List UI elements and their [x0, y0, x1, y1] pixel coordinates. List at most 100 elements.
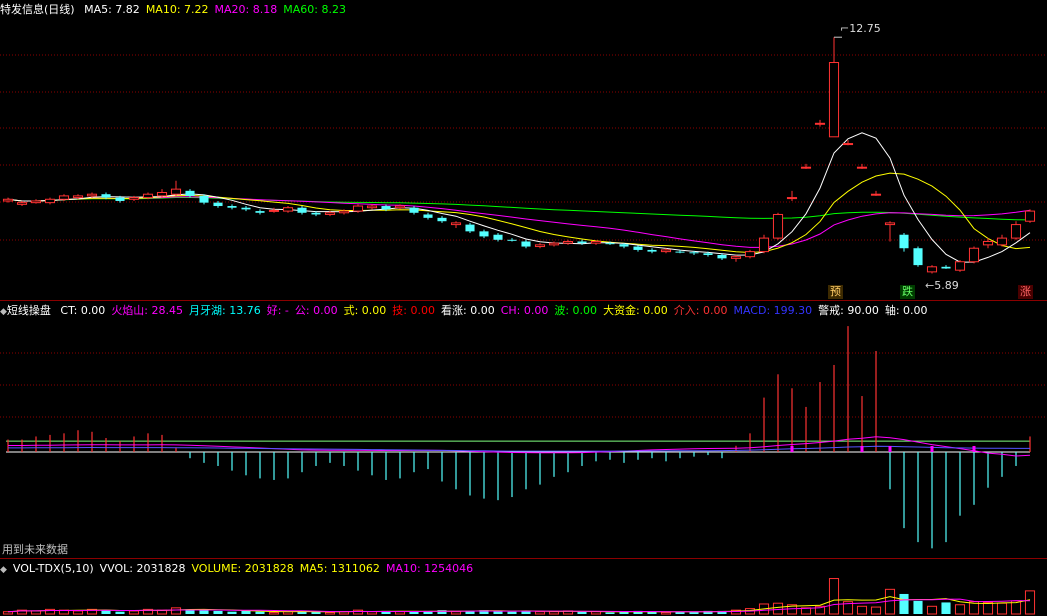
indicator-legend-item: 好: -: [266, 304, 289, 317]
indicator-legend-item: 警戒: 90.00: [818, 304, 879, 317]
candle-body: [437, 217, 447, 222]
candle-body: [941, 266, 951, 269]
volume-bar: [352, 609, 364, 615]
volume-bar: [828, 578, 840, 615]
candle-body: [842, 143, 854, 146]
volume-bar: [660, 611, 672, 615]
volume-bar: [605, 612, 615, 614]
candlestick: [562, 239, 574, 245]
candle-body: [772, 213, 784, 239]
candlestick: [647, 248, 657, 254]
candlestick: [534, 243, 546, 249]
candle-body: [241, 207, 251, 210]
volume-bar: [982, 601, 994, 615]
volume-bar: [926, 605, 938, 615]
candle-body: [324, 212, 336, 215]
candle-body: [16, 202, 28, 205]
volume-bar: [170, 607, 182, 615]
volume-legend-item: VVOL: 2031828: [99, 562, 186, 575]
volume-bar: [534, 611, 546, 615]
candle-body: [227, 206, 237, 208]
candle-body: [297, 207, 307, 213]
collapse-triangle-icon[interactable]: ◆: [0, 307, 7, 317]
volume-bar: [255, 611, 265, 614]
volume-bar: [241, 610, 251, 614]
volume-bar: [772, 602, 784, 615]
volume-header: ◆ VOL-TDX(5,10) VVOL: 2031828 VOLUME: 20318…: [0, 562, 473, 577]
candle-body: [213, 202, 223, 207]
signal-badge-yu[interactable]: 预: [828, 285, 843, 299]
candle-body: [255, 211, 265, 213]
stock-name: 特发信息(日线): [0, 3, 75, 16]
volume-bar: [577, 611, 587, 614]
candlestick: [185, 189, 195, 198]
volume-bar: [507, 611, 517, 614]
candle-body: [675, 251, 685, 253]
oscillator-chart[interactable]: [0, 301, 1047, 559]
volume-bar: [996, 602, 1008, 615]
ma-legend-item: MA5: 7.82: [84, 3, 140, 16]
indicator-title: 短线操盘: [6, 304, 51, 317]
candlestick: [156, 189, 168, 198]
candlestick: [241, 206, 251, 212]
volume-bar: [2, 611, 14, 615]
candlestick: [913, 246, 923, 267]
candlestick: [44, 197, 56, 205]
indicator-panel[interactable]: ◆短线操盘 CT: 0.00 火焰山: 28.45 月牙湖: 13.76 好: - 公:…: [0, 301, 1047, 559]
candle-body: [366, 205, 378, 209]
candle-body: [689, 252, 699, 254]
candlestick: [941, 265, 951, 269]
signal-badge-zhang[interactable]: 涨: [1018, 285, 1033, 299]
candlestick: [2, 197, 14, 203]
collapse-triangle-icon[interactable]: ◆: [0, 565, 7, 575]
indicator-legend-item: 火焰山: 28.45: [111, 304, 184, 317]
signal-marker: [888, 445, 892, 452]
ma-legend-item: MA10: 7.22: [145, 3, 209, 16]
ma10-line: [7, 172, 1031, 254]
indicator-header: ◆短线操盘 CT: 0.00 火焰山: 28.45 月牙湖: 13.76 好: - 公:…: [0, 304, 928, 319]
candle-body: [409, 207, 419, 213]
volume-bar: [324, 611, 336, 615]
candle-body: [899, 234, 909, 249]
signal-badge-die[interactable]: 跌: [900, 285, 915, 299]
candle-body: [381, 206, 391, 210]
volume-legend-item: VOLUME: 2031828: [191, 562, 294, 575]
candle-body: [311, 212, 321, 215]
candle-body: [619, 244, 629, 247]
ma60-line: [7, 197, 1031, 221]
candle-body: [913, 248, 923, 266]
future-data-note: 用到未来数据: [2, 543, 68, 556]
volume-panel[interactable]: ◆ VOL-TDX(5,10) VVOL: 2031828 VOLUME: 20318…: [0, 559, 1047, 616]
candle-body: [590, 240, 602, 244]
candlestick: [297, 206, 307, 215]
candlestick: [590, 240, 602, 245]
volume-bar: [1024, 590, 1036, 615]
candle-body: [465, 224, 475, 232]
price-chart[interactable]: [0, 0, 1047, 300]
candle-body: [968, 247, 980, 263]
candle-body: [268, 209, 280, 212]
signal-marker: [930, 445, 934, 452]
candlestick: [1010, 221, 1022, 240]
indicator-legend: CT: 0.00 火焰山: 28.45 月牙湖: 13.76 好: - 公: 0.00 式…: [54, 304, 927, 317]
price-panel[interactable]: 特发信息(日线) MA5: 7.82 MA10: 7.22 MA20: 8.18 MA…: [0, 0, 1047, 300]
candle-body: [142, 193, 154, 199]
candlestick: [170, 180, 182, 196]
candle-body: [30, 200, 42, 204]
candle-body: [115, 197, 125, 201]
indicator-legend-item: CH: 0.00: [500, 304, 549, 317]
candle-body: [450, 222, 462, 226]
candle-body: [814, 122, 826, 125]
candle-body: [2, 198, 14, 202]
candle-body: [44, 198, 56, 204]
volume-bar: [913, 600, 923, 614]
candle-body: [507, 239, 517, 241]
indicator-legend-item: 波: 0.00: [554, 304, 598, 317]
candle-body: [605, 243, 615, 245]
candle-body: [884, 222, 896, 226]
high-price-label: ⌐12.75: [840, 22, 881, 35]
candle-body: [479, 231, 489, 237]
candlestick: [996, 234, 1008, 247]
candlestick: [227, 204, 237, 210]
volume-bar: [870, 606, 882, 615]
